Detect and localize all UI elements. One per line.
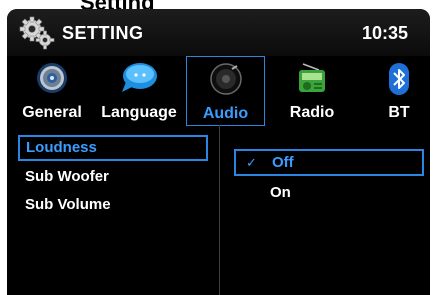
tab-bt[interactable]: BT: [377, 56, 421, 126]
checkmark-icon: ✓: [246, 155, 257, 170]
options-panel: ✓ Off On: [220, 133, 430, 295]
device-frame: Setting: [0, 0, 439, 295]
menu-item-sub-woofer[interactable]: Sub Woofer: [18, 164, 208, 190]
tab-radio[interactable]: Radio: [277, 56, 347, 126]
tab-bar: General Language Audio Radio BT: [7, 56, 430, 128]
menu-item-loudness[interactable]: Loudness: [18, 135, 208, 161]
tab-audio[interactable]: Audio: [186, 56, 265, 126]
option-on[interactable]: On: [234, 179, 424, 206]
tab-label: Audio: [202, 105, 249, 122]
speech-bubble-icon: [122, 63, 157, 92]
page-title: SETTING: [62, 23, 144, 43]
tab-label: Radio: [289, 104, 335, 121]
tab-language[interactable]: Language: [96, 56, 182, 126]
clock: 10:35: [361, 23, 408, 43]
tab-general[interactable]: General: [17, 56, 87, 126]
gear-icon: [37, 63, 67, 93]
settings-screen: SETTING 10:35 General Language Audio Rad…: [7, 9, 430, 295]
radio-icon: [299, 63, 325, 92]
tab-label: BT: [388, 104, 410, 121]
gears-icon: [19, 16, 55, 50]
tab-label: General: [22, 104, 82, 121]
option-label: On: [270, 184, 291, 201]
option-label: Off: [272, 154, 294, 171]
speaker-icon: [209, 63, 242, 95]
tab-label: Language: [101, 104, 177, 121]
settings-menu: Loudness Sub Woofer Sub Volume: [7, 133, 219, 295]
option-off[interactable]: ✓ Off: [234, 149, 424, 176]
header-bar: SETTING 10:35: [7, 9, 430, 59]
bluetooth-icon: [389, 63, 409, 95]
menu-item-sub-volume[interactable]: Sub Volume: [18, 192, 208, 218]
